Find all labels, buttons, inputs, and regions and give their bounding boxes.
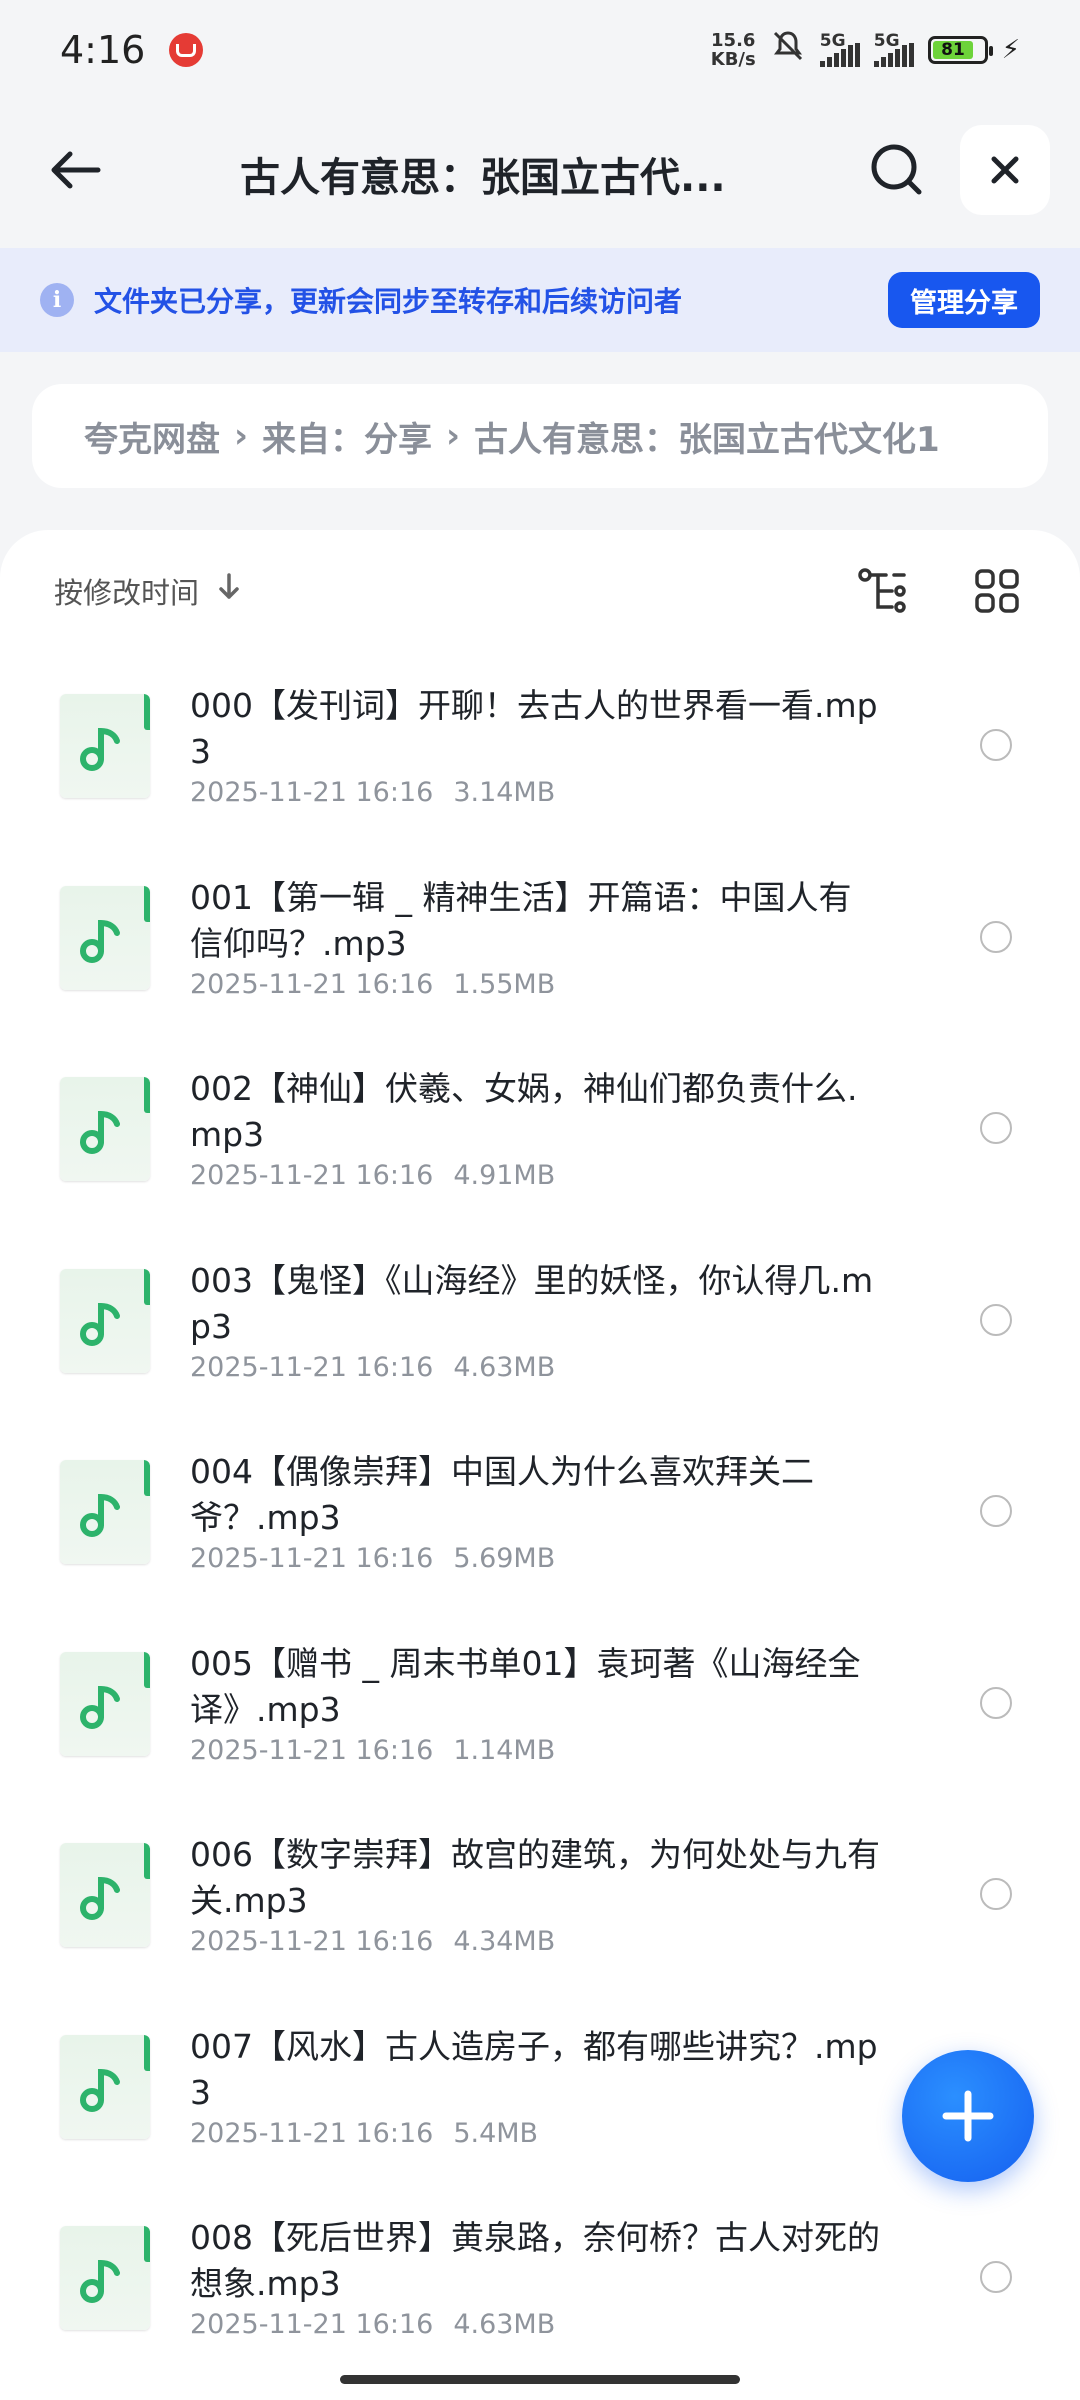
file-date: 2025-11-21 16:16 [190, 2117, 434, 2149]
grid-view-button[interactable] [970, 564, 1024, 618]
audio-file-icon [60, 1268, 150, 1373]
file-row[interactable]: 000【发刊词】开聊！去古人的世界看一看.mp3 2025-11-21 16:1… [0, 665, 1080, 857]
sort-control[interactable]: 按修改时间 [54, 570, 241, 612]
file-date: 2025-11-21 16:16 [190, 1351, 434, 1383]
file-size: 3.14MB [453, 777, 556, 808]
audio-file-icon [60, 2226, 150, 2330]
select-checkbox[interactable] [980, 729, 1012, 761]
file-name: 001【第一辑 _ 精神生活】开篇语：中国人有信仰吗？.mp3 [190, 877, 852, 963]
close-icon [991, 156, 1019, 184]
file-meta: 2025-11-21 16:16 4.63MB [190, 2309, 555, 2340]
audio-file-icon [60, 2034, 150, 2139]
file-date: 2025-11-21 16:16 [190, 1543, 434, 1574]
file-name: 006【数字崇拜】故宫的建筑，为何处处与九有关.mp3 [190, 1835, 880, 1920]
close-button[interactable] [960, 125, 1050, 215]
plus-icon [942, 2090, 994, 2142]
search-icon [871, 144, 922, 195]
arrow-left-icon [51, 151, 101, 189]
select-checkbox[interactable] [980, 1878, 1012, 1910]
breadcrumb-item-root[interactable]: 夸克网盘 [84, 412, 220, 461]
file-name: 003【鬼怪】《山海经》里的妖怪，你认得几.mp3 [190, 1260, 874, 1346]
file-size: 5.69MB [453, 1543, 556, 1574]
arrow-down-icon [217, 572, 241, 610]
breadcrumb: 夸克网盘 › 来自：分享 › 古人有意思：张国立古代文化1 [32, 384, 1048, 488]
select-checkbox[interactable] [980, 1112, 1012, 1144]
share-banner-text: 文件夹已分享，更新会同步至转存和后续访问者 [94, 285, 683, 318]
file-name: 002【神仙】伏羲、女娲，神仙们都负责什么.mp3 [190, 1069, 858, 1154]
file-date: 2025-11-21 16:16 [190, 1160, 434, 1191]
grid-icon [975, 569, 1019, 613]
file-size: 4.91MB [453, 1160, 556, 1191]
file-name: 000【发刊词】开聊！去古人的世界看一看.mp3 [190, 686, 878, 771]
file-size: 1.55MB [453, 968, 556, 1000]
audio-file-icon [60, 1843, 150, 1947]
back-button[interactable] [40, 135, 110, 205]
chevron-right-icon: › [446, 416, 461, 456]
search-button[interactable] [862, 135, 932, 205]
file-size: 4.34MB [453, 1926, 556, 1957]
file-row[interactable]: 008【死后世界】黄泉路，奈何桥？古人对死的想象.mp3 2025-11-21 … [0, 2197, 1080, 2389]
select-checkbox[interactable] [980, 1495, 1012, 1527]
sort-label: 按修改时间 [54, 576, 200, 610]
add-fab-button[interactable] [902, 2050, 1034, 2182]
charging-icon: ⚡ [1001, 35, 1020, 65]
select-checkbox[interactable] [980, 920, 1012, 953]
home-indicator[interactable] [340, 2375, 740, 2384]
share-banner: i 文件夹已分享，更新会同步至转存和后续访问者 管理分享 [0, 248, 1080, 352]
file-size: 1.14MB [453, 1734, 556, 1766]
file-row[interactable]: 004【偶像崇拜】中国人为什么喜欢拜关二爷？.mp3 2025-11-21 16… [0, 1431, 1080, 1623]
file-size: 4.63MB [453, 1351, 556, 1383]
file-row[interactable]: 005【赠书 _ 周末书单01】袁珂著《山海经全译》.mp3 2025-11-2… [0, 1623, 1080, 1815]
file-name: 007【风水】古人造房子，都有哪些讲究？.mp3 [190, 2026, 878, 2112]
file-size: 5.4MB [453, 2117, 539, 2149]
file-meta: 2025-11-21 16:16 4.34MB [190, 1926, 555, 1957]
file-size: 4.63MB [453, 2309, 556, 2340]
file-row[interactable]: 006【数字崇拜】故宫的建筑，为何处处与九有关.mp3 2025-11-21 1… [0, 1814, 1080, 2006]
top-bar: 古人有意思：张国立古代... [0, 100, 1080, 250]
file-name: 008【死后世界】黄泉路，奈何桥？古人对死的想象.mp3 [190, 2218, 880, 2303]
audio-file-icon [60, 694, 150, 798]
file-meta: 2025-11-21 16:16 1.14MB [190, 1735, 555, 1766]
file-date: 2025-11-21 16:16 [190, 2309, 434, 2340]
mute-icon [770, 28, 806, 73]
status-bar: 4:16 15.6 KB/s 5G 5G 81 ⚡ [0, 0, 1080, 100]
file-meta: 2025-11-21 16:16 4.91MB [190, 1160, 555, 1191]
signal-icon-sim2: 5G [873, 31, 914, 67]
battery-icon: 81 [927, 36, 993, 64]
file-meta: 2025-11-21 16:16 3.14MB [190, 777, 555, 808]
clock: 4:16 [60, 28, 146, 72]
info-icon: i [40, 283, 74, 317]
breadcrumb-item-shared[interactable]: 来自：分享 [262, 412, 432, 461]
file-meta: 2025-11-21 16:16 4.63MB [190, 1352, 555, 1383]
breadcrumb-item-current[interactable]: 古人有意思：张国立古代文化1 [474, 412, 940, 461]
file-date: 2025-11-21 16:16 [190, 777, 434, 808]
signal-icon-sim1: 5G [819, 31, 860, 67]
network-speed: 15.6 KB/s [710, 30, 756, 70]
chevron-right-icon: › [234, 416, 249, 456]
file-name: 004【偶像崇拜】中国人为什么喜欢拜关二爷？.mp3 [190, 1452, 814, 1537]
file-meta: 2025-11-21 16:16 5.69MB [190, 1543, 555, 1574]
audio-file-icon [60, 1460, 150, 1564]
file-row[interactable]: 003【鬼怪】《山海经》里的妖怪，你认得几.mp3 2025-11-21 16:… [0, 1240, 1080, 1432]
page-title: 古人有意思：张国立古代... [240, 155, 726, 201]
file-meta: 2025-11-21 16:16 1.55MB [190, 969, 555, 1000]
select-checkbox[interactable] [980, 2261, 1012, 2293]
file-row[interactable]: 002【神仙】伏羲、女娲，神仙们都负责什么.mp3 2025-11-21 16:… [0, 1048, 1080, 1240]
audio-file-icon [60, 1077, 150, 1181]
file-date: 2025-11-21 16:16 [190, 1926, 434, 1957]
file-date: 2025-11-21 16:16 [190, 1734, 434, 1766]
audio-file-icon [60, 885, 150, 990]
select-checkbox[interactable] [980, 1303, 1012, 1336]
tree-view-button[interactable] [858, 564, 912, 618]
tree-view-icon [858, 568, 906, 613]
file-date: 2025-11-21 16:16 [190, 968, 434, 1000]
file-row[interactable]: 001【第一辑 _ 精神生活】开篇语：中国人有信仰吗？.mp3 2025-11-… [0, 857, 1080, 1049]
file-meta: 2025-11-21 16:16 5.4MB [190, 2118, 538, 2149]
audio-file-icon [60, 1651, 150, 1756]
app-notification-icon [169, 33, 204, 67]
manage-share-button[interactable]: 管理分享 [888, 272, 1040, 328]
file-name: 005【赠书 _ 周末书单01】袁珂著《山海经全译》.mp3 [190, 1643, 861, 1729]
select-checkbox[interactable] [980, 1686, 1012, 1719]
